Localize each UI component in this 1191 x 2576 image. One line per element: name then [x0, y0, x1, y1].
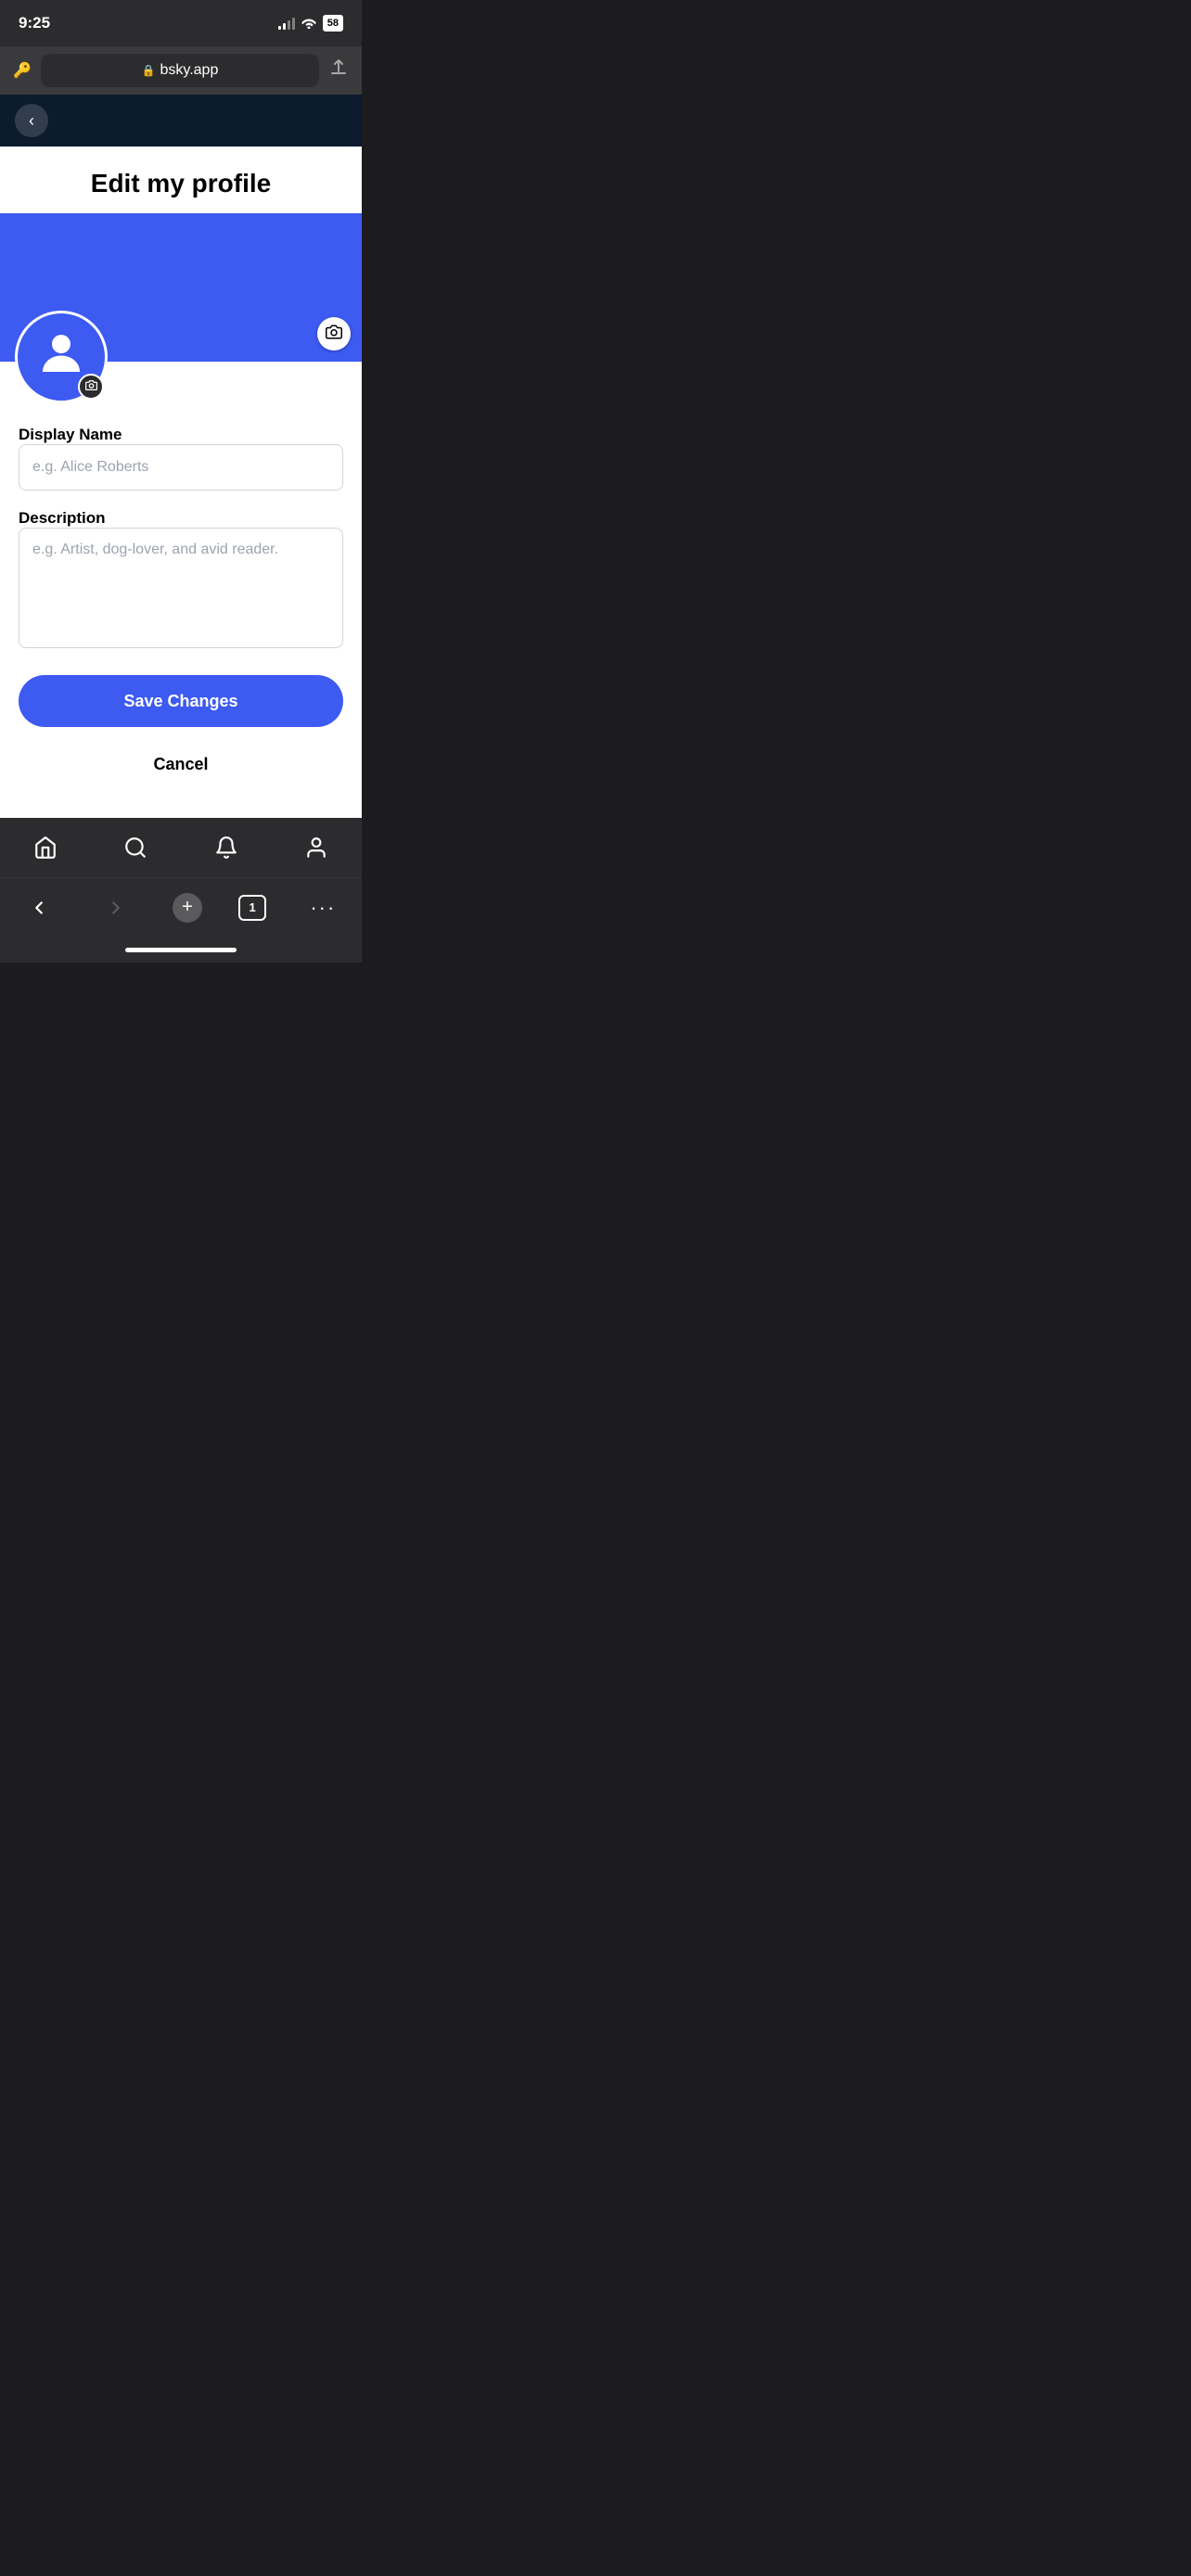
display-name-input[interactable] [19, 444, 343, 491]
browser-new-tab-button[interactable]: + [173, 893, 202, 923]
browser-bottom-bar: + 1 ··· [0, 877, 362, 937]
lock-icon: 🔒 [142, 64, 156, 77]
description-label: Description [19, 509, 106, 527]
browser-url-text: bsky.app [160, 62, 219, 79]
save-changes-button[interactable]: Save Changes [19, 675, 343, 727]
browser-tabs-button[interactable]: 1 [238, 895, 266, 921]
app-nav-bar: ‹ [0, 95, 362, 147]
browser-more-button[interactable]: ··· [302, 887, 343, 928]
main-content: Edit my profile [0, 147, 362, 818]
page-title: Edit my profile [19, 169, 343, 198]
browser-forward-button[interactable] [96, 887, 136, 928]
browser-back-button[interactable] [19, 887, 59, 928]
description-input[interactable] [19, 528, 343, 648]
avatar-camera-button[interactable] [78, 374, 104, 400]
status-icons: 58 [278, 15, 343, 32]
status-bar: 9:25 58 [0, 0, 362, 46]
signal-bars-icon [278, 17, 295, 30]
home-bar [125, 948, 237, 952]
avatar-wrapper [15, 311, 108, 403]
status-time: 9:25 [19, 14, 50, 32]
banner-camera-icon [326, 324, 342, 345]
tabs-count: 1 [250, 900, 256, 914]
bottom-app-nav [0, 818, 362, 877]
nav-home-button[interactable] [25, 827, 66, 868]
key-icon: 🔑 [13, 61, 32, 80]
avatar-camera-icon [85, 379, 97, 394]
plus-icon: + [182, 897, 193, 918]
browser-bar: 🔑 🔒 bsky.app [0, 46, 362, 95]
nav-profile-button[interactable] [296, 827, 337, 868]
wifi-icon [301, 16, 317, 32]
share-icon[interactable] [328, 57, 349, 83]
more-icon: ··· [310, 896, 336, 920]
cancel-button[interactable]: Cancel [19, 742, 343, 786]
avatar-section [0, 362, 362, 411]
back-arrow-icon: ‹ [29, 112, 34, 129]
form-section: Display Name Description Save Changes Ca… [0, 411, 362, 818]
banner-camera-button[interactable] [317, 317, 351, 351]
nav-search-button[interactable] [115, 827, 156, 868]
display-name-label: Display Name [19, 426, 122, 443]
home-indicator [0, 937, 362, 963]
browser-url-bar[interactable]: 🔒 bsky.app [41, 54, 319, 87]
back-button[interactable]: ‹ [15, 104, 48, 137]
nav-notifications-button[interactable] [206, 827, 247, 868]
page-title-section: Edit my profile [0, 147, 362, 213]
battery-icon: 58 [323, 15, 343, 32]
